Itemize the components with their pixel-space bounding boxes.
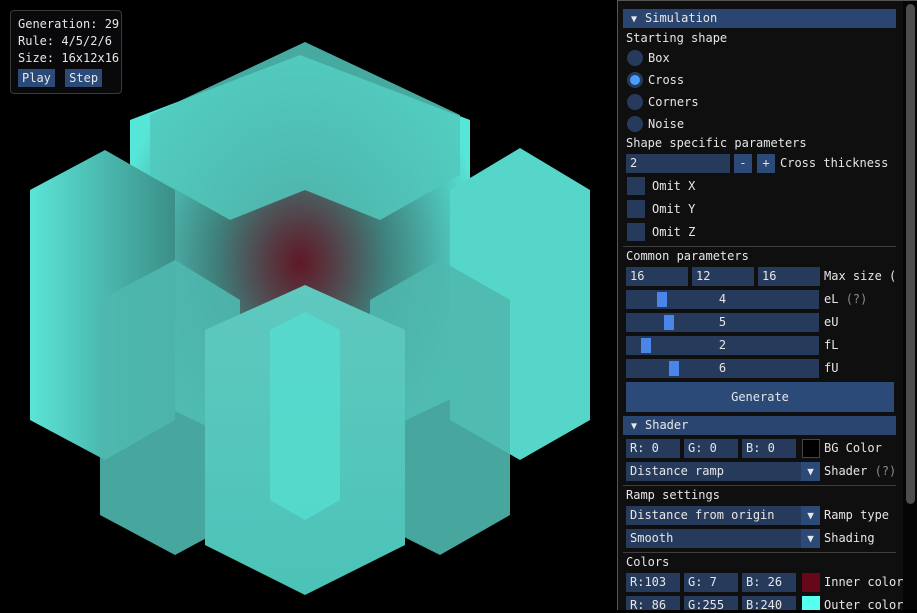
eu-label: eU [824, 315, 839, 329]
bg-r-input[interactable]: R: 0 [626, 439, 680, 458]
outer-r-input[interactable]: R: 86 [626, 596, 680, 610]
radio-noise[interactable] [627, 116, 643, 132]
inner-b-input[interactable]: B: 26 [742, 573, 796, 592]
radio-corners[interactable] [627, 94, 643, 110]
ramp-settings-label: Ramp settings [626, 488, 720, 502]
omit-z-checkbox[interactable] [627, 223, 645, 241]
omit-y-label: Omit Y [652, 202, 696, 216]
voxel-front-pillar [270, 312, 340, 520]
dropdown-arrow-icon[interactable]: ▼ [801, 529, 820, 548]
shader-select[interactable]: Distance ramp ▼ [626, 462, 820, 481]
rule-label: Rule: 4/5/2/6 [18, 34, 112, 48]
inner-color-label: Inner color [824, 575, 904, 589]
increment-button[interactable]: + [757, 154, 775, 173]
cross-thickness-label: Cross thickness [780, 156, 889, 170]
inner-color-swatch[interactable] [802, 573, 820, 592]
decrement-button[interactable]: - [734, 154, 752, 173]
help-icon[interactable]: (?) [875, 464, 897, 478]
cross-thickness-input[interactable]: 2 [626, 154, 730, 173]
inner-r-input[interactable]: R:103 [626, 573, 680, 592]
fl-label: fL [824, 338, 839, 352]
omit-z-label: Omit Z [652, 225, 696, 239]
max-size-label: Max size ( [824, 269, 897, 283]
radio-cross[interactable] [627, 72, 643, 88]
shader-label: Shader (?) [824, 462, 896, 481]
bg-g-input[interactable]: G: 0 [684, 439, 738, 458]
divider [623, 246, 896, 247]
dropdown-arrow-icon[interactable]: ▼ [801, 462, 820, 481]
bg-color-label: BG Color [824, 441, 882, 455]
ramp-type-label: Ramp type [824, 508, 890, 522]
colors-label: Colors [626, 555, 670, 569]
el-label: eL (?) [824, 290, 867, 309]
outer-color-swatch[interactable] [802, 596, 820, 610]
omit-x-label: Omit X [652, 179, 696, 193]
step-button[interactable]: Step [65, 69, 103, 87]
collapse-arrow-icon: ▼ [630, 421, 638, 432]
el-label-text: eL [824, 292, 839, 306]
size-label: Size: 16x12x16 [18, 51, 120, 65]
play-button[interactable]: Play [18, 69, 55, 87]
radio-corners-label: Corners [648, 95, 699, 109]
shader-label-text: Shader [824, 464, 868, 478]
el-slider[interactable]: 4 [626, 290, 819, 309]
outer-g-input[interactable]: G:255 [684, 596, 738, 610]
common-params-label: Common parameters [626, 249, 749, 263]
collapse-arrow-icon: ▼ [630, 14, 638, 25]
outer-b-input[interactable]: B:240 [742, 596, 796, 610]
stats-overlay: Generation: 29 Rule: 4/5/2/6 Size: 16x12… [10, 10, 122, 94]
omit-x-checkbox[interactable] [627, 177, 645, 195]
help-icon[interactable]: (?) [846, 292, 868, 306]
shape-params-label: Shape specific parameters [626, 136, 807, 150]
starting-shape-label: Starting shape [626, 31, 728, 45]
inner-g-input[interactable]: G: 7 [684, 573, 738, 592]
fl-slider[interactable]: 2 [626, 336, 819, 355]
divider [623, 485, 896, 486]
simulation-header[interactable]: ▼ Simulation [623, 9, 896, 28]
outer-color-label: Outer color [824, 598, 904, 610]
fu-slider[interactable]: 6 [626, 359, 819, 378]
fu-label: fU [824, 361, 839, 375]
max-size-y-input[interactable]: 12 [692, 267, 754, 286]
shading-select[interactable]: Smooth ▼ [626, 529, 820, 548]
shader-header[interactable]: ▼ Shader [623, 416, 896, 435]
max-size-x-input[interactable]: 16 [626, 267, 688, 286]
divider [623, 552, 896, 553]
bg-color-swatch[interactable] [802, 439, 820, 458]
eu-slider[interactable]: 5 [626, 313, 819, 332]
omit-y-checkbox[interactable] [627, 200, 645, 218]
fl-slider-value: 2 [718, 338, 727, 352]
ramp-type-select[interactable]: Distance from origin ▼ [626, 506, 820, 525]
dropdown-arrow-icon[interactable]: ▼ [801, 506, 820, 525]
generate-button[interactable]: Generate [626, 382, 894, 412]
scrollbar[interactable] [903, 1, 917, 610]
el-slider-value: 4 [718, 292, 727, 306]
settings-panel: ▼ Simulation Starting shape Box Cross Cor… [617, 0, 917, 610]
max-size-z-input[interactable]: 16 [758, 267, 820, 286]
fu-slider-value: 6 [718, 361, 727, 375]
shading-label: Shading [824, 531, 875, 545]
radio-box-label: Box [648, 51, 670, 65]
radio-cross-label: Cross [648, 73, 685, 87]
radio-noise-label: Noise [648, 117, 685, 131]
eu-slider-value: 5 [718, 315, 727, 329]
radio-box[interactable] [627, 50, 643, 66]
bg-b-input[interactable]: B: 0 [742, 439, 796, 458]
scrollbar-thumb[interactable] [906, 4, 915, 504]
generation-label: Generation: 29 [18, 17, 120, 31]
